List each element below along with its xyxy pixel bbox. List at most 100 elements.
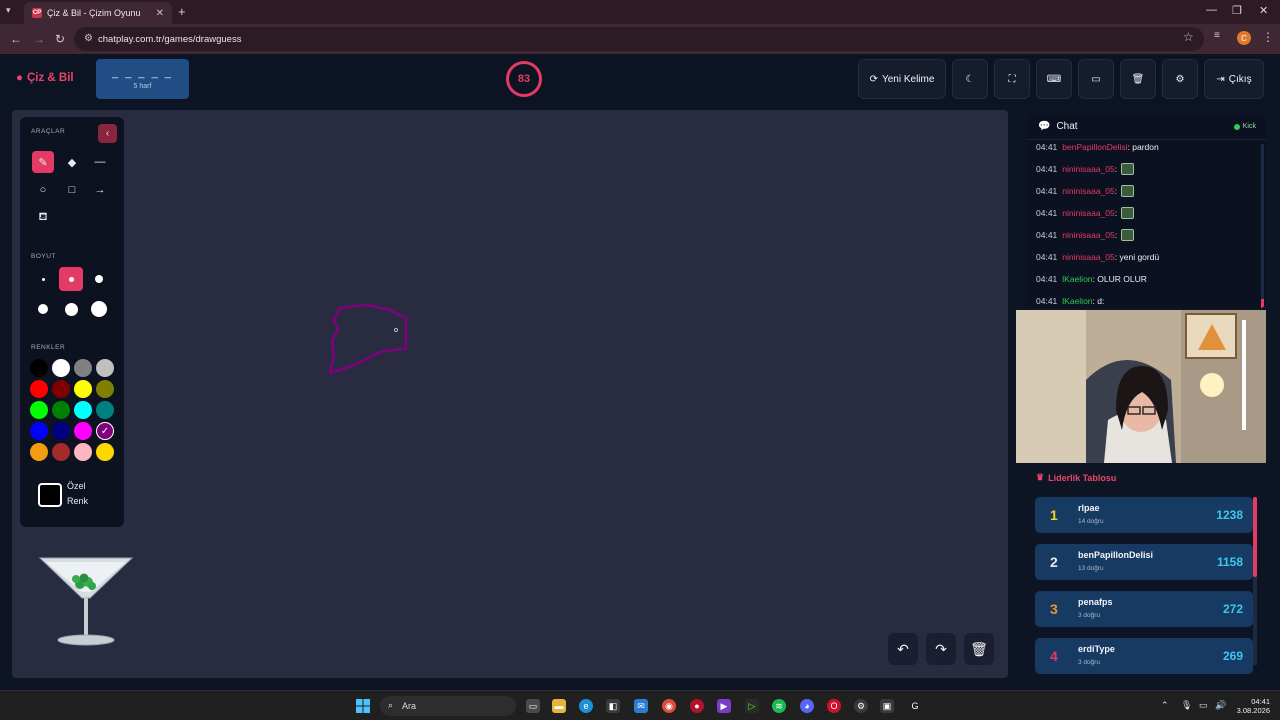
taskbar-search[interactable]: Ara xyxy=(380,696,516,716)
delete-button[interactable]: 🗑 xyxy=(1120,59,1156,99)
media-icon[interactable]: ≡ xyxy=(1214,30,1220,41)
color-swatch[interactable] xyxy=(30,401,48,419)
kick-app-icon[interactable]: ▷ xyxy=(745,699,759,713)
reload-icon[interactable]: ↻ xyxy=(55,32,65,46)
clear-canvas-button[interactable]: 🗑 xyxy=(964,633,994,665)
color-swatch[interactable] xyxy=(96,401,114,419)
profile-avatar[interactable]: C xyxy=(1237,31,1251,45)
redo-button[interactable]: ↷ xyxy=(926,633,956,665)
color-swatch[interactable] xyxy=(74,359,92,377)
size-option-2[interactable] xyxy=(59,267,83,291)
archive-button[interactable]: ▭ xyxy=(1078,59,1114,99)
forward-icon[interactable]: → xyxy=(33,32,45,46)
edge-icon[interactable]: e xyxy=(579,699,593,713)
new-tab-icon[interactable]: + xyxy=(178,4,186,19)
rectangle-tool[interactable]: □ xyxy=(61,179,83,201)
circle-tool[interactable]: ○ xyxy=(32,179,54,201)
fill-tool[interactable]: ⛾ xyxy=(32,207,54,229)
color-swatch[interactable] xyxy=(30,380,48,398)
undo-button[interactable]: ↶ xyxy=(888,633,918,665)
keyboard-button[interactable]: ⌨ xyxy=(1036,59,1072,99)
color-swatch[interactable] xyxy=(52,380,70,398)
app-g-icon[interactable]: G xyxy=(908,699,922,713)
bookmark-star-icon[interactable]: ☆ xyxy=(1183,30,1194,44)
color-swatch[interactable] xyxy=(74,401,92,419)
color-swatch[interactable] xyxy=(30,422,48,440)
color-swatch[interactable] xyxy=(74,380,92,398)
chrome-icon[interactable]: ◉ xyxy=(662,699,676,713)
spotify-icon[interactable]: ≋ xyxy=(772,699,786,713)
discord-icon[interactable]: ◕ xyxy=(800,699,814,713)
leaderboard-row[interactable]: 4 erdiType 3 doğru 269 xyxy=(1035,638,1253,674)
settings-button[interactable]: ⚙ xyxy=(1162,59,1198,99)
leaderboard-row[interactable]: 1 rlpae 14 doğru 1238 xyxy=(1035,497,1253,533)
color-swatch[interactable] xyxy=(96,443,114,461)
arrow-tool[interactable]: → xyxy=(89,179,111,201)
message-user[interactable]: nininisaaa_05 xyxy=(1062,164,1114,174)
fullscreen-button[interactable]: ⛶ xyxy=(994,59,1030,99)
message-user[interactable]: benPapillonDelisi xyxy=(1062,142,1127,152)
browser-tab[interactable]: CP Çiz & Bil - Çizim Oyunu ✕ xyxy=(24,2,172,24)
message-user[interactable]: lKaelion xyxy=(1062,274,1092,284)
store-icon[interactable]: ◧ xyxy=(606,699,620,713)
color-swatch[interactable] xyxy=(30,443,48,461)
network-icon[interactable]: ▭ xyxy=(1199,700,1208,711)
microphone-icon[interactable]: 🎙 xyxy=(1181,700,1192,711)
color-swatch[interactable] xyxy=(52,359,70,377)
site-info-icon[interactable]: ⚙ xyxy=(84,33,93,44)
tab-close-icon[interactable]: ✕ xyxy=(156,8,164,19)
color-swatch[interactable]: ✓ xyxy=(96,422,114,440)
browser-menu-icon[interactable]: ⋮ xyxy=(1262,30,1274,44)
volume-icon[interactable]: 🔊 xyxy=(1215,700,1226,711)
address-bar[interactable]: chatplay.com.tr/games/drawguess xyxy=(74,27,1204,51)
chat-scrollbar[interactable] xyxy=(1261,144,1264,308)
pencil-tool[interactable]: ✎ xyxy=(32,151,54,173)
custom-color-button[interactable] xyxy=(38,483,62,507)
file-explorer-icon[interactable]: ▬ xyxy=(552,699,566,713)
color-swatch[interactable] xyxy=(96,359,114,377)
new-word-button[interactable]: ⟳ Yeni Kelime xyxy=(858,59,946,99)
message-user[interactable]: nininisaaa_05 xyxy=(1062,230,1114,240)
message-user[interactable]: nininisaaa_05 xyxy=(1062,208,1114,218)
line-tool[interactable]: — xyxy=(89,151,111,173)
size-option-1[interactable] xyxy=(31,267,55,291)
drawing-canvas[interactable] xyxy=(12,110,1008,678)
size-option-5[interactable] xyxy=(59,297,83,321)
leaderboard-scrollbar[interactable] xyxy=(1253,497,1257,665)
opera-icon[interactable]: O xyxy=(827,699,841,713)
window-close-icon[interactable]: ✕ xyxy=(1259,4,1268,17)
theme-toggle-button[interactable]: ☾ xyxy=(952,59,988,99)
tab-search-icon[interactable]: ▾ xyxy=(6,5,11,16)
collapse-panel-button[interactable]: ‹ xyxy=(98,124,117,143)
taskbar-clock[interactable]: 04:41 3.08.2026 xyxy=(1236,697,1270,715)
mail-icon[interactable]: ✉ xyxy=(634,699,648,713)
size-option-3[interactable] xyxy=(87,267,111,291)
tray-overflow-icon[interactable]: ⌃ xyxy=(1161,700,1169,711)
size-option-4[interactable] xyxy=(31,297,55,321)
color-swatch[interactable] xyxy=(96,380,114,398)
message-user[interactable]: lKaelion xyxy=(1062,296,1092,306)
clapper-app-icon[interactable]: ▶ xyxy=(717,699,731,713)
minimize-icon[interactable]: — xyxy=(1206,4,1217,16)
message-user[interactable]: nininisaaa_05 xyxy=(1062,252,1114,262)
color-swatch[interactable] xyxy=(52,422,70,440)
color-swatch[interactable] xyxy=(30,359,48,377)
app-window-icon[interactable]: ▣ xyxy=(880,699,894,713)
color-swatch[interactable] xyxy=(74,422,92,440)
size-option-6[interactable] xyxy=(87,297,111,321)
message-user[interactable]: nininisaaa_05 xyxy=(1062,186,1114,196)
color-swatch[interactable] xyxy=(52,401,70,419)
leaderboard-row[interactable]: 3 penafps 3 doğru 272 xyxy=(1035,591,1253,627)
steam-icon[interactable]: ⚙ xyxy=(854,699,868,713)
exit-button[interactable]: ⇥ Çıkış xyxy=(1204,59,1264,99)
windows-start-icon[interactable] xyxy=(356,699,370,713)
color-swatch[interactable] xyxy=(52,443,70,461)
back-icon[interactable]: ← xyxy=(10,32,22,46)
leaderboard-row[interactable]: 2 benPapillonDelisi 13 doğru 1158 xyxy=(1035,544,1253,580)
color-swatch[interactable] xyxy=(74,443,92,461)
app-logo[interactable]: ● Çiz & Bil xyxy=(16,72,74,84)
record-app-icon[interactable]: ● xyxy=(690,699,704,713)
eraser-tool[interactable]: ◆ xyxy=(61,151,83,173)
task-view-icon[interactable]: ▭ xyxy=(526,699,540,713)
maximize-icon[interactable]: ❐ xyxy=(1232,4,1242,17)
